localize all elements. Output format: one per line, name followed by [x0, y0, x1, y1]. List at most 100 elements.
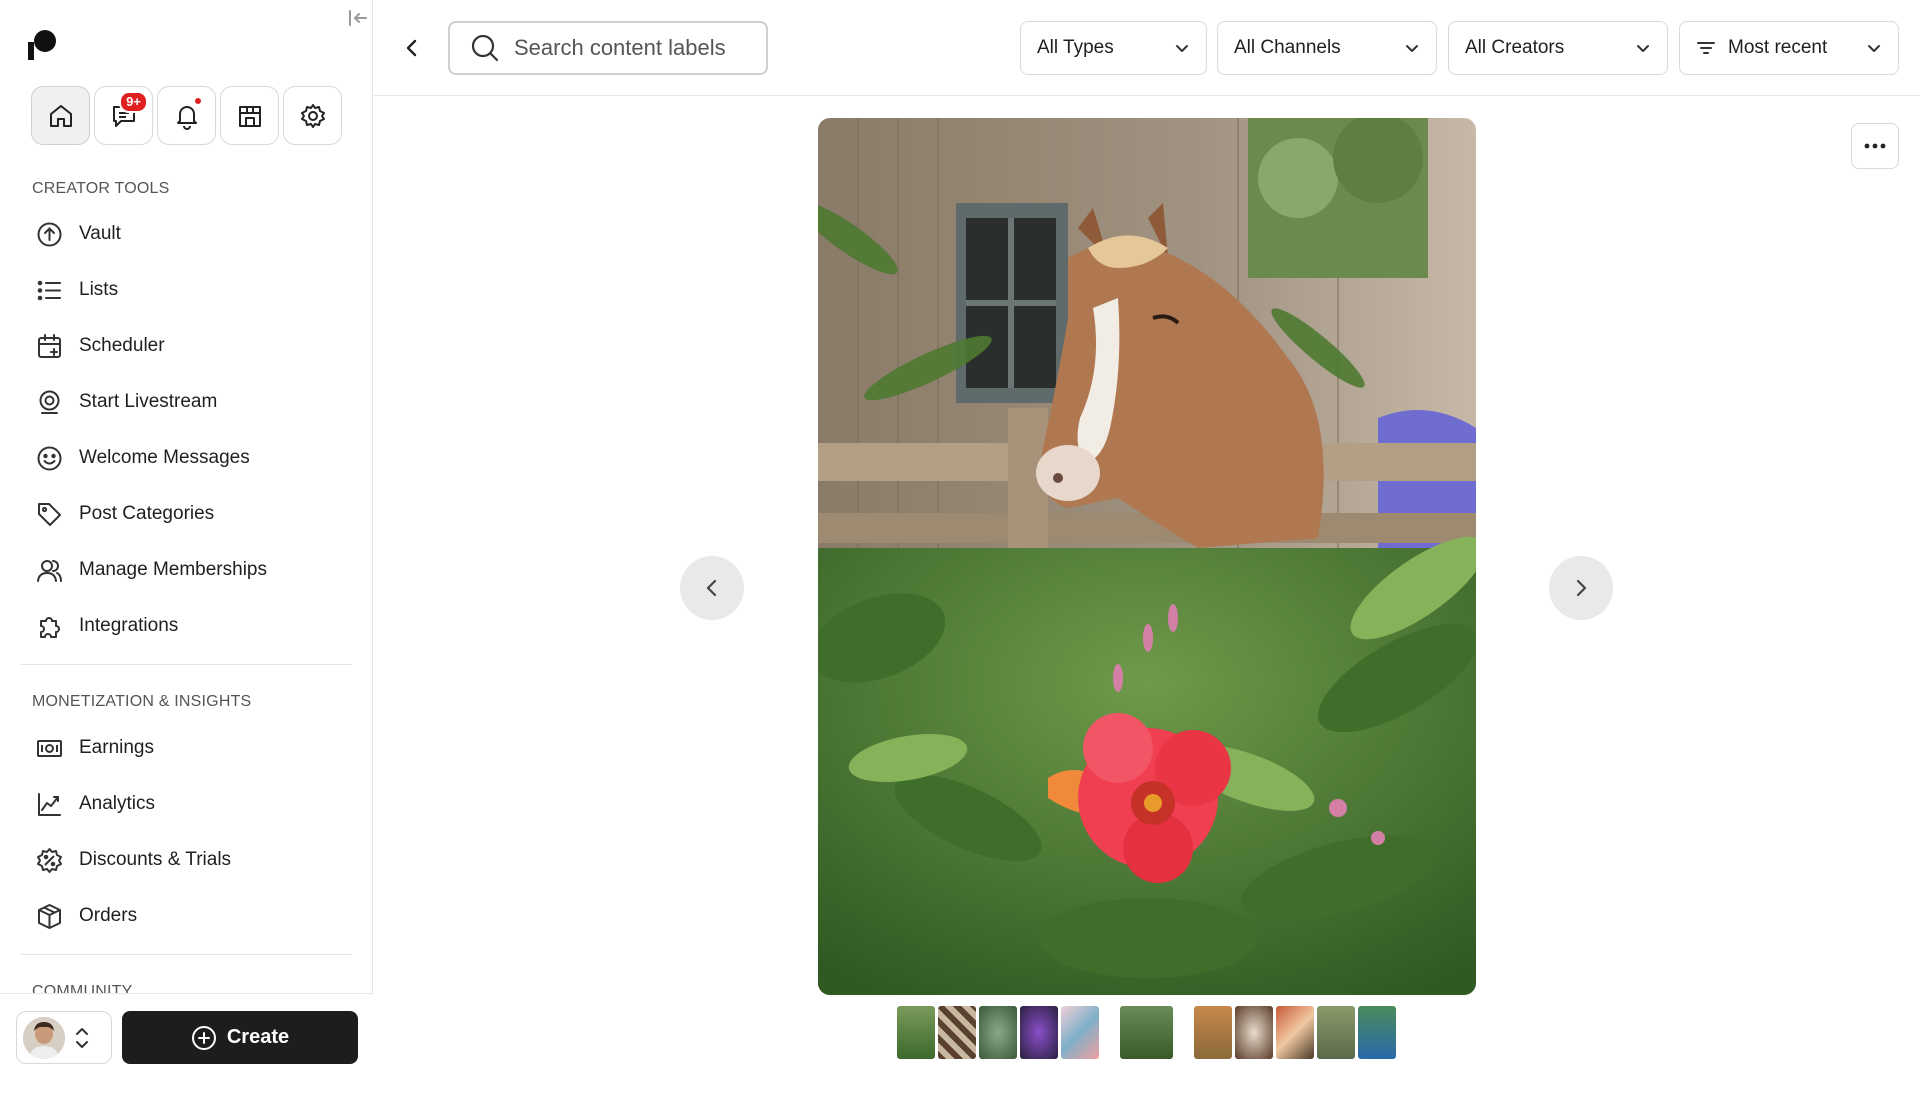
- livestream-icon: [39, 390, 60, 414]
- vault-icon: [37, 222, 62, 246]
- next-image-button[interactable]: [1549, 556, 1613, 620]
- channels-filter-dropdown[interactable]: All Channels: [1217, 21, 1437, 75]
- notification-dot: [193, 96, 203, 106]
- thumbnail[interactable]: [979, 1006, 1017, 1059]
- media-viewer: [374, 96, 1920, 1107]
- chevron-left-icon: [706, 579, 717, 597]
- discount-icon: [37, 847, 62, 873]
- sidebar-item-label: Welcome Messages: [79, 447, 250, 468]
- notifications-button[interactable]: [157, 86, 216, 145]
- search-input[interactable]: [514, 35, 754, 61]
- sort-icon: [1697, 42, 1715, 54]
- thumbnail-strip: [897, 1006, 1396, 1059]
- messages-button[interactable]: 9+: [94, 86, 153, 145]
- thumbnail[interactable]: [897, 1006, 935, 1059]
- quick-actions: 9+: [31, 86, 342, 145]
- thumbnail[interactable]: [1317, 1006, 1355, 1059]
- previous-image-button[interactable]: [680, 556, 744, 620]
- users-icon: [37, 559, 62, 582]
- sidebar-item-analytics[interactable]: Analytics: [24, 780, 354, 828]
- sidebar-item-manage-memberships[interactable]: Manage Memberships: [24, 546, 354, 594]
- earnings-icon: [37, 739, 62, 757]
- chevron-down-icon: [1868, 45, 1880, 52]
- sidebar-item-label: Lists: [79, 279, 119, 300]
- types-filter-label: All Types: [1037, 37, 1114, 58]
- account-switcher[interactable]: [16, 1011, 112, 1064]
- sidebar-item-label: Scheduler: [79, 335, 165, 356]
- sidebar-divider: [21, 954, 352, 955]
- gear-icon: [300, 103, 325, 128]
- puzzle-icon: [40, 616, 60, 638]
- sidebar-item-label: Analytics: [79, 793, 156, 814]
- sidebar-item-label: Discounts & Trials: [79, 849, 232, 870]
- sidebar-item-label: Vault: [79, 223, 121, 244]
- sidebar-item-label: Post Categories: [79, 503, 215, 524]
- create-button-label: Create: [226, 1026, 290, 1048]
- creators-filter-label: All Creators: [1465, 37, 1565, 58]
- shop-button[interactable]: [220, 86, 279, 145]
- more-horizontal-icon: [1864, 143, 1886, 149]
- thumbnail[interactable]: [1120, 1006, 1173, 1059]
- sort-label: Most recent: [1728, 37, 1828, 58]
- thumbnail[interactable]: [1235, 1006, 1273, 1059]
- sidebar-item-vault[interactable]: Vault: [24, 210, 354, 258]
- shop-icon: [238, 105, 261, 127]
- list-icon: [37, 280, 61, 300]
- analytics-icon: [38, 792, 61, 816]
- calendar-icon: [38, 333, 61, 358]
- sort-dropdown[interactable]: Most recent: [1679, 21, 1899, 75]
- chevron-down-icon: [1637, 45, 1649, 52]
- thumbnail[interactable]: [1276, 1006, 1314, 1059]
- box-icon: [38, 903, 61, 929]
- thumbnail[interactable]: [1020, 1006, 1058, 1059]
- plus-circle-icon: [191, 1025, 216, 1050]
- thumbnail[interactable]: [1061, 1006, 1099, 1059]
- sidebar-item-earnings[interactable]: Earnings: [24, 724, 354, 772]
- settings-button[interactable]: [283, 86, 342, 145]
- messages-badge: 9+: [119, 91, 148, 113]
- sidebar-item-scheduler[interactable]: Scheduler: [24, 322, 354, 370]
- chevron-up-down-icon: [76, 1027, 88, 1048]
- search-box: [448, 21, 768, 75]
- sidebar-item-label: Start Livestream: [79, 391, 218, 412]
- sidebar-item-start-livestream[interactable]: Start Livestream: [24, 378, 354, 426]
- sidebar-item-welcome-messages[interactable]: Welcome Messages: [24, 434, 354, 482]
- sidebar-footer: Create: [0, 993, 373, 1107]
- collapse-sidebar-button[interactable]: [344, 4, 372, 32]
- search-icon: [471, 34, 499, 62]
- sidebar-divider: [21, 664, 352, 665]
- home-icon: [49, 104, 72, 127]
- create-button[interactable]: Create: [122, 1011, 358, 1064]
- chevron-left-icon: [406, 39, 417, 57]
- sidebar-item-discounts-trials[interactable]: Discounts & Trials: [24, 836, 354, 884]
- avatar: [23, 1016, 65, 1059]
- back-button[interactable]: [394, 30, 430, 66]
- monetization-heading: MONETIZATION & INSIGHTS: [32, 693, 252, 710]
- sidebar-item-integrations[interactable]: Integrations: [24, 602, 354, 650]
- sidebar: 9+ CREATOR TOOLS Vault Lists Scheduler S…: [0, 0, 373, 1107]
- smile-icon: [37, 446, 62, 470]
- thumbnail[interactable]: [1194, 1006, 1232, 1059]
- sidebar-item-label: Earnings: [79, 737, 154, 758]
- tag-icon: [38, 502, 61, 526]
- toolbar: All Types All Channels All Creators Most…: [374, 0, 1920, 96]
- chevron-right-icon: [1576, 579, 1587, 597]
- chevron-down-icon: [1176, 45, 1188, 52]
- chevron-down-icon: [1406, 45, 1418, 52]
- main-photo: [818, 118, 1476, 995]
- channels-filter-label: All Channels: [1234, 37, 1341, 58]
- sort-content: Most recent: [1696, 37, 1827, 59]
- more-options-button[interactable]: [1851, 123, 1899, 169]
- collapse-icon: [349, 10, 367, 26]
- sidebar-item-lists[interactable]: Lists: [24, 266, 354, 314]
- sidebar-item-label: Orders: [79, 905, 138, 926]
- sidebar-item-post-categories[interactable]: Post Categories: [24, 490, 354, 538]
- types-filter-dropdown[interactable]: All Types: [1020, 21, 1207, 75]
- thumbnail[interactable]: [938, 1006, 976, 1059]
- thumbnail[interactable]: [1358, 1006, 1396, 1059]
- sidebar-item-orders[interactable]: Orders: [24, 892, 354, 940]
- sidebar-item-label: Manage Memberships: [79, 559, 267, 580]
- home-button[interactable]: [31, 86, 90, 145]
- creators-filter-dropdown[interactable]: All Creators: [1448, 21, 1668, 75]
- patreon-logo[interactable]: [28, 30, 58, 60]
